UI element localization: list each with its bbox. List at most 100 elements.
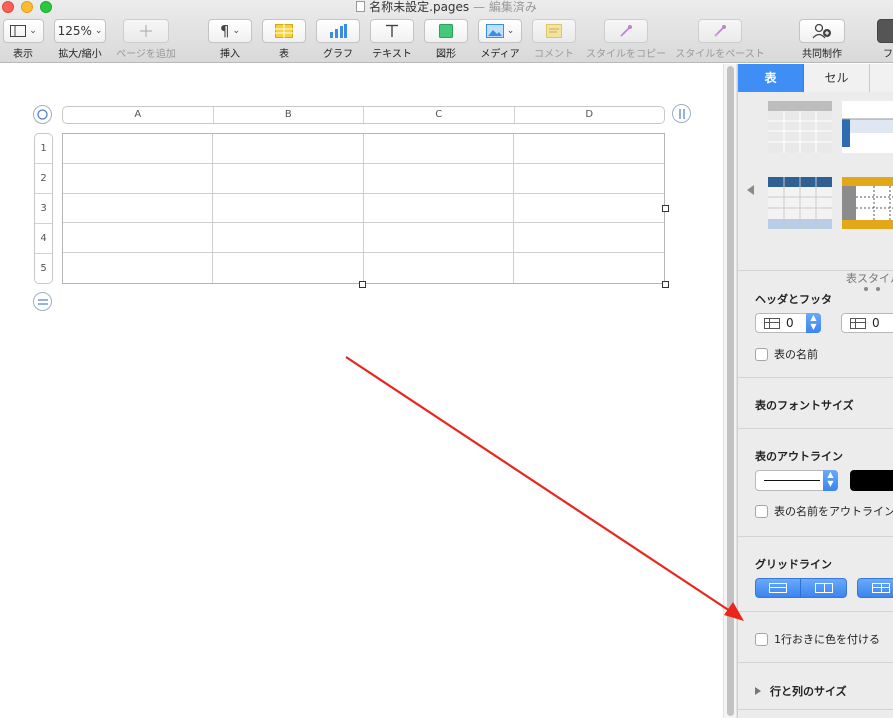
row-header-bar: 1 2 3 4 5 bbox=[34, 133, 53, 284]
alternate-rows-checkbox[interactable] bbox=[755, 632, 768, 646]
row-header-4[interactable]: 4 bbox=[35, 224, 52, 254]
table-cell-d4[interactable] bbox=[513, 223, 664, 254]
header-columns-stepper[interactable]: 0 ▲▼ bbox=[841, 313, 893, 333]
outline-color-well[interactable] bbox=[850, 470, 893, 491]
photo-icon bbox=[485, 24, 504, 38]
table-cell-c5[interactable] bbox=[364, 253, 514, 283]
document-name: 名称未設定.pages bbox=[369, 0, 470, 14]
view-label: 表示 bbox=[13, 49, 33, 60]
table-button[interactable] bbox=[262, 19, 306, 43]
table-cell-a2[interactable] bbox=[63, 163, 214, 194]
outline-title: 表のアウトライン bbox=[755, 450, 843, 463]
resize-corner-handle[interactable] bbox=[662, 281, 669, 288]
select-table-handle[interactable] bbox=[33, 105, 52, 124]
table-name-option[interactable]: 表の名前 bbox=[755, 346, 818, 362]
divider bbox=[738, 270, 893, 271]
table-cell-b4[interactable] bbox=[213, 223, 364, 254]
media-button[interactable]: ⌄ bbox=[478, 19, 522, 43]
gridlines-header-segment bbox=[857, 578, 893, 598]
horizontal-lines-icon bbox=[769, 583, 787, 593]
outline-name-option[interactable]: 表の名前をアウトライン bbox=[755, 503, 893, 519]
table-cell-d5[interactable] bbox=[514, 253, 664, 283]
add-page-button[interactable] bbox=[123, 19, 169, 43]
copy-style-button[interactable] bbox=[604, 19, 648, 43]
scrollbar-thumb[interactable] bbox=[727, 66, 734, 716]
outline-name-checkbox[interactable] bbox=[755, 504, 768, 518]
table-cell-c1[interactable] bbox=[363, 134, 514, 164]
table-cell-a5[interactable] bbox=[63, 253, 214, 283]
styles-page-dot-1[interactable] bbox=[864, 287, 868, 291]
table-cell-a3[interactable] bbox=[63, 193, 214, 224]
table-style-2[interactable] bbox=[842, 101, 893, 153]
table-name-checkbox[interactable] bbox=[755, 347, 768, 361]
table-icon bbox=[275, 24, 293, 38]
table-style-1[interactable] bbox=[768, 101, 832, 153]
divider bbox=[738, 428, 893, 429]
row-header-3[interactable]: 3 bbox=[35, 194, 52, 224]
table-cell-b1[interactable] bbox=[213, 134, 364, 164]
paste-style-button[interactable] bbox=[698, 19, 742, 43]
column-header-a[interactable]: A bbox=[63, 107, 214, 123]
collaborate-button[interactable] bbox=[799, 19, 845, 43]
column-header-d[interactable]: D bbox=[515, 107, 665, 123]
add-row-handle[interactable] bbox=[33, 292, 52, 311]
header-rows-value: 0 bbox=[786, 316, 794, 330]
tab-text[interactable]: テ bbox=[870, 64, 893, 92]
resize-width-handle[interactable] bbox=[662, 205, 669, 212]
tab-cell[interactable]: セル bbox=[804, 64, 870, 92]
resize-height-handle[interactable] bbox=[359, 281, 366, 288]
vertical-lines-icon bbox=[814, 583, 833, 593]
table-cell-b3[interactable] bbox=[213, 193, 364, 224]
table-style-4[interactable] bbox=[842, 177, 893, 229]
row-header-1[interactable]: 1 bbox=[35, 134, 52, 164]
zoom-label: 拡大/縮小 bbox=[58, 49, 102, 60]
select-arrows-icon[interactable]: ▲ ▼ bbox=[823, 470, 838, 491]
header-rows-stepper[interactable]: 0 ▲ ▼ bbox=[755, 313, 821, 333]
alternate-rows-option[interactable]: 1行おきに色を付ける bbox=[755, 631, 880, 647]
chart-label: グラフ bbox=[323, 49, 353, 60]
disclosure-triangle-icon[interactable] bbox=[755, 687, 761, 695]
table-grid[interactable] bbox=[62, 133, 665, 284]
table-cell-a1[interactable] bbox=[63, 134, 214, 164]
sidebar-tabs: 表 セル テ bbox=[738, 64, 893, 92]
table-cell-c4[interactable] bbox=[363, 223, 514, 254]
header-footer-title: ヘッダとフッタ bbox=[755, 293, 832, 306]
column-header-b[interactable]: B bbox=[214, 107, 364, 123]
divider bbox=[738, 662, 893, 663]
table-cell-a4[interactable] bbox=[63, 223, 214, 254]
plus-icon bbox=[140, 25, 152, 37]
add-page-label: ページを追加 bbox=[116, 49, 176, 60]
stepper-arrows-icon[interactable]: ▲ ▼ bbox=[806, 313, 821, 333]
shape-button[interactable] bbox=[424, 19, 468, 43]
row-header-5[interactable]: 5 bbox=[35, 254, 52, 284]
header-gridlines-toggle[interactable] bbox=[858, 579, 893, 597]
vertical-gridlines-toggle[interactable] bbox=[801, 579, 846, 597]
table-style-3[interactable] bbox=[768, 177, 832, 229]
table-cell-d3[interactable] bbox=[513, 194, 664, 224]
table-cell-c2[interactable] bbox=[363, 163, 514, 194]
table-cell-d2[interactable] bbox=[513, 164, 664, 194]
row-header-2[interactable]: 2 bbox=[35, 164, 52, 194]
tab-table[interactable]: 表 bbox=[738, 64, 804, 92]
previous-styles-icon[interactable] bbox=[747, 185, 754, 195]
canvas-scrollbar[interactable] bbox=[723, 64, 737, 718]
view-button[interactable]: ⌄ bbox=[3, 19, 44, 43]
column-header-c[interactable]: C bbox=[364, 107, 515, 123]
chevron-down-icon: ⌄ bbox=[232, 26, 241, 36]
table-cell-b5[interactable] bbox=[213, 253, 364, 283]
chart-button[interactable] bbox=[316, 19, 360, 43]
horizontal-gridlines-toggle[interactable] bbox=[756, 579, 801, 597]
format-button[interactable] bbox=[877, 19, 893, 43]
table-cell-d1[interactable] bbox=[513, 134, 664, 164]
add-column-handle[interactable] bbox=[672, 104, 691, 123]
insert-button[interactable]: ¶ ⌄ bbox=[208, 19, 252, 43]
styles-page-dot-2[interactable] bbox=[876, 287, 880, 291]
outline-style-select[interactable]: ▲ ▼ bbox=[755, 470, 838, 491]
table-cell-c3[interactable] bbox=[363, 193, 514, 224]
row-column-size-disclosure[interactable]: 行と列のサイズ bbox=[755, 683, 847, 699]
text-button[interactable] bbox=[370, 19, 414, 43]
zoom-select[interactable]: 125% ⌄ bbox=[54, 19, 106, 43]
comment-button[interactable] bbox=[532, 19, 576, 43]
gridlines-title: グリッドライン bbox=[755, 558, 832, 571]
table-cell-b2[interactable] bbox=[213, 163, 364, 194]
